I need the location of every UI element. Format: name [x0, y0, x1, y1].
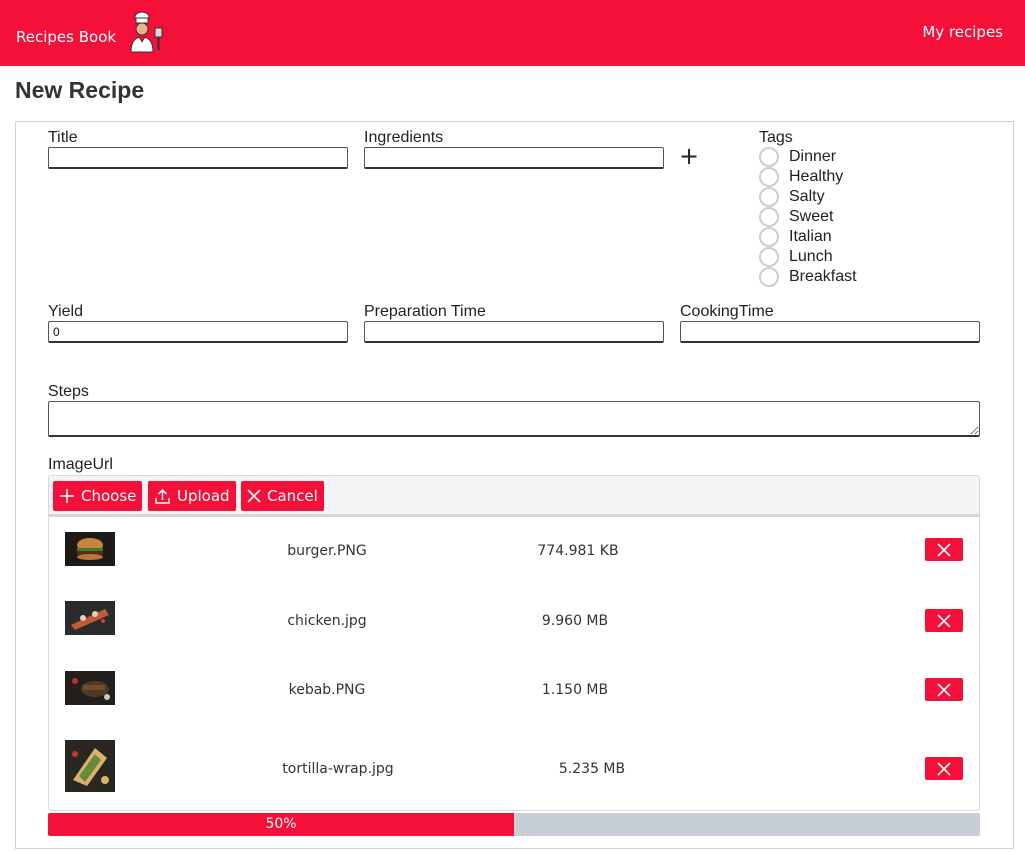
file-uploader: Choose Upload Cancel burger.PNG 774.981 … — [48, 475, 980, 811]
close-icon — [247, 489, 261, 503]
upload-button[interactable]: Upload — [148, 481, 236, 511]
tag-label: Sweet — [789, 208, 834, 225]
remove-file-button[interactable] — [925, 609, 963, 632]
tag-option-lunch[interactable]: Lunch — [759, 247, 833, 267]
yield-input[interactable] — [48, 321, 348, 343]
radio-button[interactable] — [759, 247, 779, 267]
tag-label: Salty — [789, 188, 825, 205]
plus-icon — [60, 489, 74, 503]
tag-option-salty[interactable]: Salty — [759, 187, 825, 207]
add-ingredient-plus-icon[interactable]: + — [679, 144, 699, 168]
chef-icon — [130, 11, 163, 53]
radio-button[interactable] — [759, 187, 779, 207]
file-row: burger.PNG 774.981 KB — [49, 532, 979, 572]
burger-image-thumbnail — [65, 532, 115, 566]
progress-fill: 50% — [48, 813, 514, 836]
upload-icon — [155, 488, 170, 504]
kebab-image-thumbnail — [65, 671, 115, 705]
chicken-image-thumbnail — [65, 601, 115, 635]
file-size: 774.981 KB — [537, 543, 619, 559]
close-icon — [937, 613, 951, 628]
preparation-time-input[interactable] — [364, 321, 664, 343]
file-name: kebab.PNG — [288, 682, 366, 698]
tag-label: Dinner — [789, 148, 837, 165]
steps-label: Steps — [48, 383, 89, 400]
radio-button[interactable] — [759, 207, 779, 227]
cooking-time-input[interactable] — [680, 321, 980, 343]
choose-button[interactable]: Choose — [53, 481, 143, 511]
uploader-toolbar: Choose Upload Cancel — [49, 476, 979, 517]
file-name: tortilla-wrap.jpg — [282, 761, 394, 777]
upload-label: Upload — [177, 487, 230, 505]
file-row: kebab.PNG 1.150 MB — [49, 671, 979, 711]
radio-button[interactable] — [759, 167, 779, 187]
title-input[interactable] — [48, 147, 348, 169]
tag-option-breakfast[interactable]: Breakfast — [759, 267, 857, 287]
brand-link[interactable]: Recipes Book — [16, 28, 116, 46]
file-size: 1.150 MB — [541, 682, 609, 698]
close-icon — [937, 542, 951, 557]
file-row: chicken.jpg 9.960 MB — [49, 601, 979, 641]
file-row: tortilla-wrap.jpg 5.235 MB — [49, 740, 979, 792]
radio-button[interactable] — [759, 267, 779, 287]
tag-option-sweet[interactable]: Sweet — [759, 207, 833, 227]
file-size: 5.235 MB — [558, 761, 626, 777]
ingredients-input[interactable] — [364, 147, 664, 169]
choose-label: Choose — [81, 487, 137, 505]
ingredients-label: Ingredients — [364, 129, 444, 146]
tag-label: Italian — [789, 228, 832, 245]
file-name: burger.PNG — [287, 543, 367, 559]
close-icon — [937, 682, 951, 697]
tags-label: Tags — [759, 129, 793, 146]
tag-option-healthy[interactable]: Healthy — [759, 167, 843, 187]
tag-label: Breakfast — [789, 268, 857, 285]
file-name: chicken.jpg — [287, 613, 367, 629]
tag-option-dinner[interactable]: Dinner — [759, 147, 836, 167]
upload-progress-bar: 50% — [48, 813, 980, 836]
close-icon — [937, 761, 951, 776]
tag-label: Lunch — [789, 248, 833, 265]
image-url-label: ImageUrl — [48, 456, 113, 473]
top-navbar: Recipes Book My recipes — [0, 0, 1025, 66]
steps-textarea[interactable] — [48, 401, 980, 437]
cancel-label: Cancel — [267, 487, 318, 505]
title-label: Title — [48, 129, 78, 146]
radio-button[interactable] — [759, 227, 779, 247]
remove-file-button[interactable] — [925, 678, 963, 701]
preparation-time-label: Preparation Time — [364, 303, 486, 320]
radio-button[interactable] — [759, 147, 779, 167]
yield-label: Yield — [48, 303, 83, 320]
progress-label: 50% — [265, 816, 297, 832]
remove-file-button[interactable] — [925, 757, 963, 780]
page-title: New Recipe — [15, 77, 145, 103]
tag-label: Healthy — [789, 168, 844, 185]
file-size: 9.960 MB — [541, 613, 609, 629]
nav-my-recipes[interactable]: My recipes — [922, 23, 1003, 41]
tag-option-italian[interactable]: Italian — [759, 227, 832, 247]
cooking-time-label: CookingTime — [680, 303, 774, 320]
remove-file-button[interactable] — [925, 538, 963, 561]
tortilla-wrap-image-thumbnail — [65, 740, 115, 792]
cancel-button[interactable]: Cancel — [241, 481, 324, 511]
